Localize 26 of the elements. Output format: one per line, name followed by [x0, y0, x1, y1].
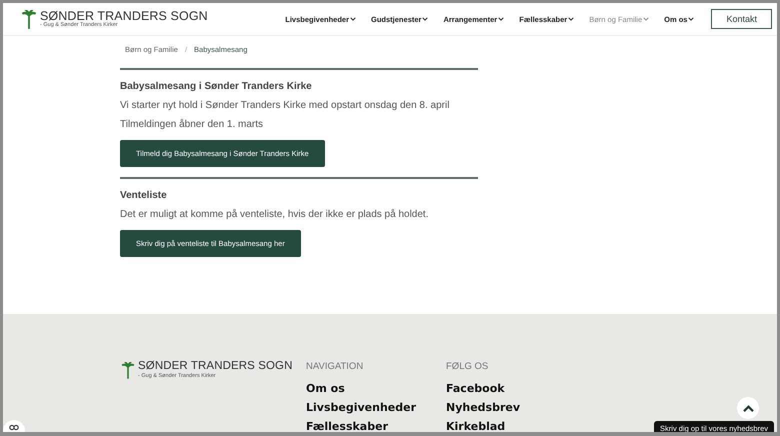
footer-link[interactable]: Om os: [306, 382, 446, 395]
chevron-up-icon: [742, 404, 754, 412]
paragraph: Det er muligt at komme på venteliste, hvis der ikke er plads på holdet.: [120, 208, 428, 221]
contact-button[interactable]: Kontakt: [711, 9, 772, 29]
caret-icon: [422, 17, 428, 21]
footer-link[interactable]: Nyhedsbrev: [446, 401, 586, 414]
footer-site-title[interactable]: SØNDER TRANDERS SOGN: [138, 361, 293, 372]
tree-icon: [120, 361, 136, 379]
caret-icon: [688, 17, 694, 21]
caret-icon: [643, 17, 650, 21]
footer-heading: FØLG OS: [446, 361, 490, 372]
caret-icon: [568, 17, 574, 21]
rings-icon: [9, 424, 19, 431]
caret-icon: [498, 17, 504, 21]
footer-link[interactable]: Fællesskaber: [306, 420, 446, 432]
paragraph: Tilmeldingen åbner den 1. marts: [120, 118, 264, 131]
site-title[interactable]: SØNDER TRANDERS SOGN: [40, 10, 208, 22]
caret-icon: [350, 17, 356, 21]
section-heading: Venteliste: [120, 190, 167, 201]
footer-link[interactable]: Livsbegivenheder: [306, 401, 446, 414]
tree-icon: [20, 9, 38, 29]
footer-link[interactable]: Facebook: [446, 382, 586, 395]
section-heading: Babysalmesang i Sønder Tranders Kirke: [120, 81, 312, 92]
footer-heading: NAVIGATION: [306, 361, 364, 372]
paragraph: Vi starter nyt hold i Sønder Tranders Kirke med opstart onsdag den 8. april: [120, 99, 450, 112]
footer-link[interactable]: Kirkeblad: [446, 420, 586, 432]
